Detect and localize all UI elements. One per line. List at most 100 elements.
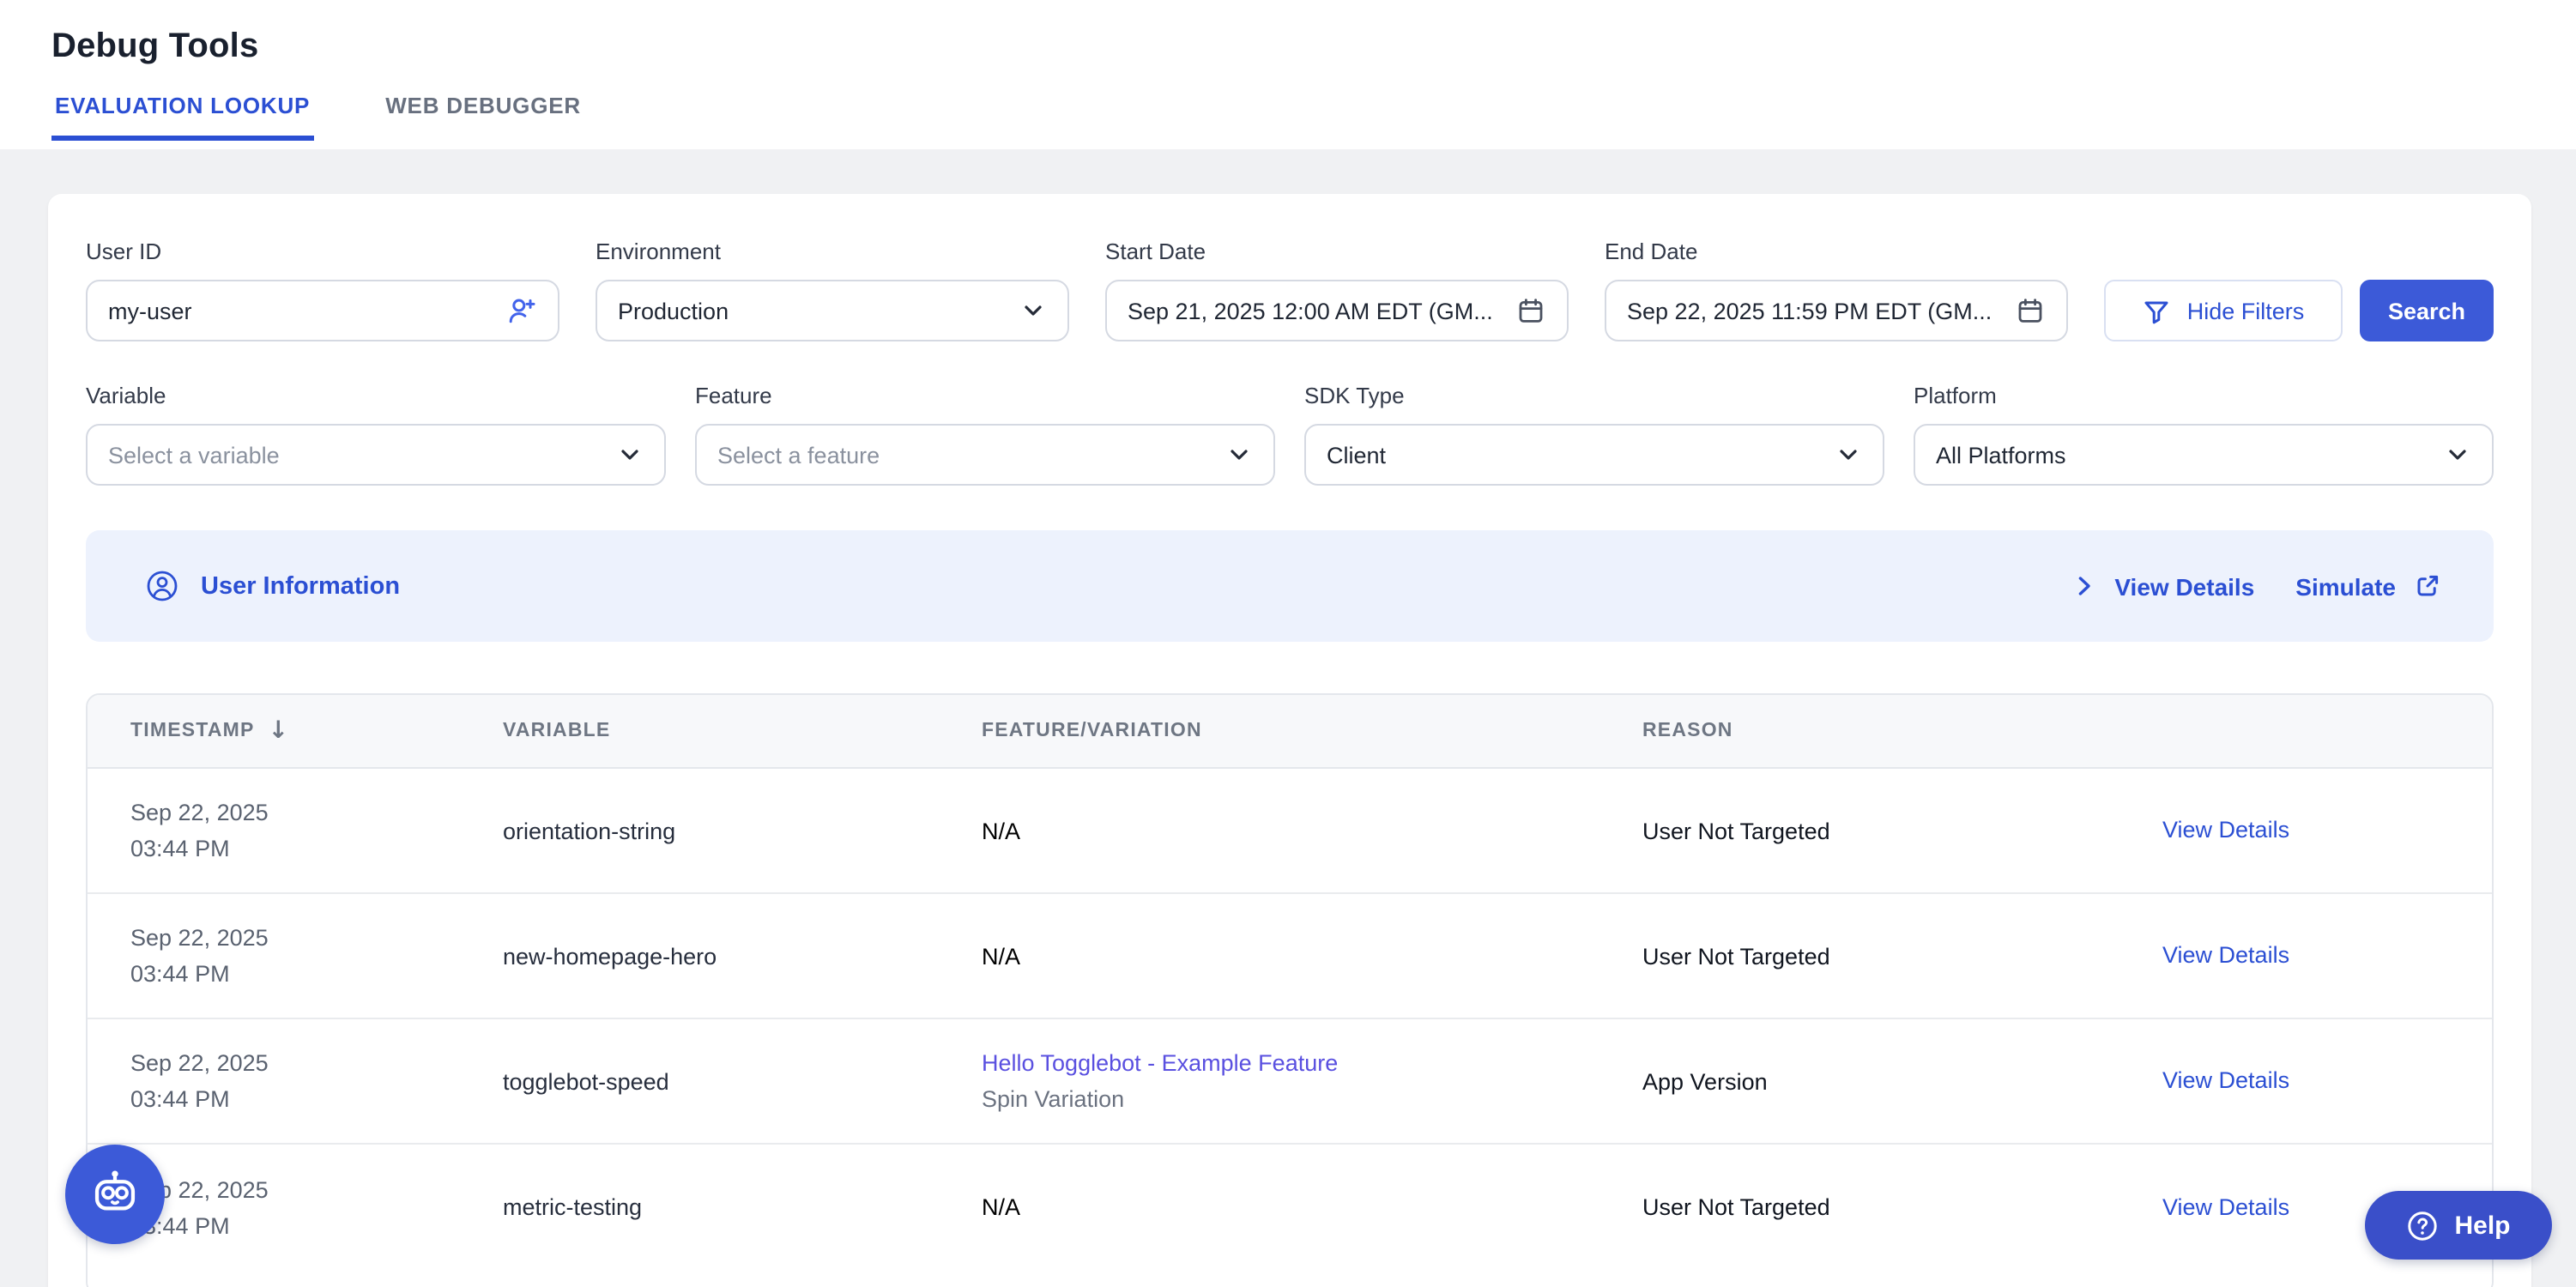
chevron-down-icon (1835, 441, 1862, 468)
table-row: Sep 22, 2025 03:44 PM metric-testing N/A… (88, 1145, 2492, 1270)
start-date-field: Start Date Sep 21, 2025 12:00 AM EDT (GM… (1105, 239, 1569, 341)
simulate-link[interactable]: Simulate (2295, 571, 2442, 601)
timestamp-cell: Sep 22, 2025 03:44 PM (130, 920, 503, 992)
calendar-icon[interactable] (2015, 295, 2046, 326)
reason-cell: User Not Targeted (1642, 943, 2162, 969)
user-information-toggle[interactable]: User Information (144, 568, 400, 604)
user-add-icon[interactable] (506, 295, 537, 326)
variable-cell: new-homepage-hero (503, 943, 982, 969)
environment-value: Production (618, 298, 1019, 323)
table-header-row: TIMESTAMP ↓ VARIABLE FEATURE/VARIATION R… (88, 695, 2492, 769)
action-cell: View Details (2162, 1066, 2492, 1097)
table-row: Sep 22, 2025 03:44 PM new-homepage-hero … (88, 894, 2492, 1019)
view-details-label: View Details (2114, 572, 2254, 600)
view-details-link[interactable]: View Details (2162, 942, 2289, 968)
simulate-label: Simulate (2295, 572, 2396, 600)
variable-label: Variable (86, 383, 666, 408)
page-title: Debug Tools (51, 27, 2576, 67)
action-cell: View Details (2162, 940, 2492, 971)
feature-field: Feature Select a feature (695, 383, 1275, 486)
sdk-type-label: SDK Type (1304, 383, 1884, 408)
tab-evaluation-lookup[interactable]: EVALUATION LOOKUP (51, 93, 313, 141)
user-id-input[interactable]: my-user (86, 280, 559, 341)
sort-desc-icon: ↓ (269, 717, 290, 745)
column-header-feature-variation[interactable]: FEATURE/VARIATION (982, 721, 1642, 741)
evaluation-lookup-panel: User ID my-user Environment Productio (48, 194, 2531, 1287)
start-date-label: Start Date (1105, 239, 1569, 264)
column-header-reason[interactable]: REASON (1642, 721, 2162, 741)
view-details-link[interactable]: View Details (2162, 1193, 2289, 1219)
timestamp-cell: Sep 22, 2025 03:44 PM (130, 1171, 503, 1243)
feature-link[interactable]: Hello Togglebot - Example Feature (982, 1050, 1338, 1076)
external-link-icon (2413, 571, 2442, 601)
start-date-value: Sep 21, 2025 12:00 AM EDT (GM... (1128, 298, 1515, 323)
end-date-input[interactable]: Sep 22, 2025 11:59 PM EDT (GM... (1605, 280, 2068, 341)
platform-field: Platform All Platforms (1914, 383, 2494, 486)
tab-bar: EVALUATION LOOKUP WEB DEBUGGER (51, 93, 2576, 141)
togglebot-assistant-button[interactable] (65, 1145, 165, 1244)
end-date-field: End Date Sep 22, 2025 11:59 PM EDT (GM..… (1605, 239, 2068, 341)
user-id-field: User ID my-user (86, 239, 559, 341)
feature-placeholder: Select a feature (717, 442, 1225, 468)
sdk-type-select[interactable]: Client (1304, 424, 1884, 486)
sdk-type-field: SDK Type Client (1304, 383, 1884, 486)
feature-variation-cell: N/A (982, 813, 1642, 849)
action-cell: View Details (2162, 815, 2492, 846)
timestamp-cell: Sep 22, 2025 03:44 PM (130, 795, 503, 867)
chevron-right-icon (2071, 573, 2097, 599)
platform-select[interactable]: All Platforms (1914, 424, 2494, 486)
feature-label: Feature (695, 383, 1275, 408)
debug-tools-page: Debug Tools EVALUATION LOOKUP WEB DEBUGG… (0, 0, 2576, 1287)
filters-row-1: User ID my-user Environment Productio (86, 239, 2494, 341)
chevron-down-icon (1225, 441, 1253, 468)
help-button[interactable]: Help (2365, 1191, 2552, 1260)
chevron-down-icon (616, 441, 644, 468)
feature-variation-cell: N/A (982, 938, 1642, 974)
variable-cell: metric-testing (503, 1194, 982, 1220)
hide-filters-button[interactable]: Hide Filters (2104, 280, 2343, 341)
end-date-label: End Date (1605, 239, 2068, 264)
reason-cell: User Not Targeted (1642, 1194, 2162, 1220)
feature-select[interactable]: Select a feature (695, 424, 1275, 486)
user-information-actions: View Details Simulate (2071, 571, 2442, 601)
user-info-view-details[interactable]: View Details (2071, 572, 2254, 600)
table-row: Sep 22, 2025 03:44 PM togglebot-speed He… (88, 1019, 2492, 1145)
variable-cell: togglebot-speed (503, 1068, 982, 1094)
feature-variation-cell: N/A (982, 1189, 1642, 1225)
view-details-link[interactable]: View Details (2162, 1067, 2289, 1093)
filter-buttons: Hide Filters Search (2104, 280, 2494, 341)
page-header: Debug Tools EVALUATION LOOKUP WEB DEBUGG… (0, 0, 2576, 149)
end-date-value: Sep 22, 2025 11:59 PM EDT (GM... (1627, 298, 2015, 323)
tab-web-debugger[interactable]: WEB DEBUGGER (382, 93, 584, 141)
column-header-variable[interactable]: VARIABLE (503, 721, 982, 741)
table-row: Sep 22, 2025 03:44 PM orientation-string… (88, 769, 2492, 894)
search-button[interactable]: Search (2360, 280, 2494, 341)
hide-filters-label: Hide Filters (2187, 298, 2305, 323)
platform-value: All Platforms (1936, 442, 2444, 468)
variation-label: Spin Variation (982, 1081, 1642, 1117)
table-row-partial (88, 1270, 2492, 1287)
feature-variation-cell: Hello Togglebot - Example Feature Spin V… (982, 1045, 1642, 1117)
calendar-icon[interactable] (1515, 295, 1546, 326)
user-id-label: User ID (86, 239, 559, 264)
chevron-down-icon (1019, 297, 1047, 324)
view-details-link[interactable]: View Details (2162, 817, 2289, 843)
user-information-banner: User Information View Details Simulate (86, 530, 2494, 642)
variable-field: Variable Select a variable (86, 383, 666, 486)
table-body: Sep 22, 2025 03:44 PM orientation-string… (88, 769, 2492, 1270)
environment-label: Environment (596, 239, 1069, 264)
variable-cell: orientation-string (503, 818, 982, 843)
filters-row-2: Variable Select a variable Feature Selec… (86, 383, 2494, 486)
evaluation-results-table: TIMESTAMP ↓ VARIABLE FEATURE/VARIATION R… (86, 693, 2494, 1287)
sdk-type-value: Client (1327, 442, 1835, 468)
variable-select[interactable]: Select a variable (86, 424, 666, 486)
timestamp-cell: Sep 22, 2025 03:44 PM (130, 1045, 503, 1117)
environment-select[interactable]: Production (596, 280, 1069, 341)
reason-cell: User Not Targeted (1642, 818, 2162, 843)
start-date-input[interactable]: Sep 21, 2025 12:00 AM EDT (GM... (1105, 280, 1569, 341)
reason-cell: App Version (1642, 1068, 2162, 1094)
funnel-icon (2143, 296, 2172, 325)
variable-placeholder: Select a variable (108, 442, 616, 468)
environment-field: Environment Production (596, 239, 1069, 341)
column-header-timestamp[interactable]: TIMESTAMP ↓ (130, 717, 503, 745)
